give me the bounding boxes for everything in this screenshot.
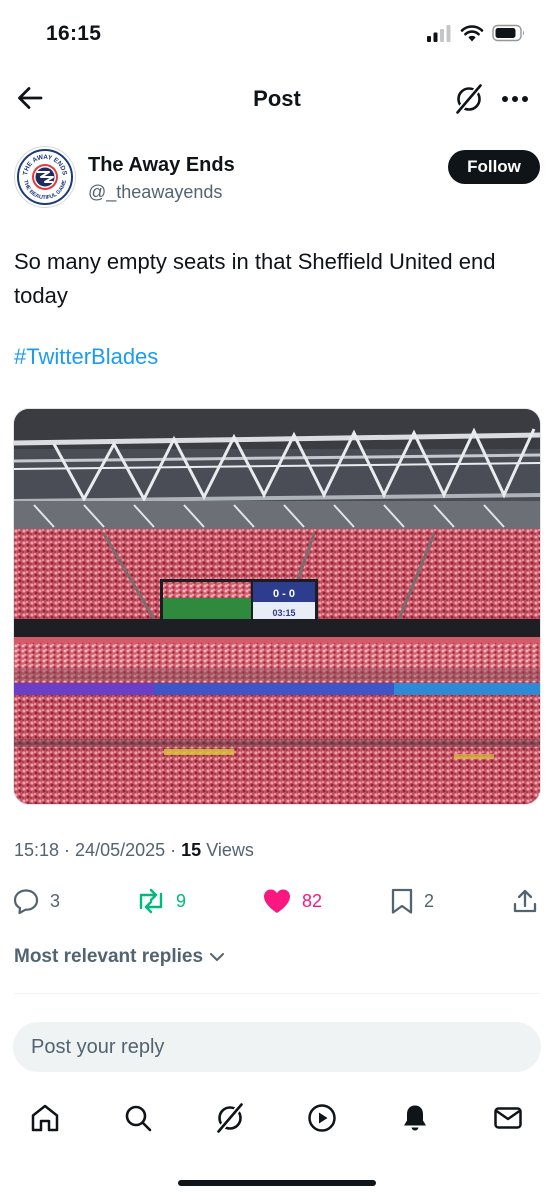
chevron-down-icon [210,953,225,961]
post-meta: 15:18 · 24/05/2025 · 15 Views [14,840,254,861]
bookmark-count: 2 [424,890,435,911]
tab-search[interactable] [120,1100,156,1136]
meta-separator: · [165,840,182,860]
home-indicator [178,1180,376,1186]
tab-grok[interactable] [212,1100,248,1136]
repost-count: 9 [176,890,187,911]
follow-button[interactable]: Follow [448,150,540,184]
search-icon [125,1105,152,1132]
views-count: 15 [181,840,202,860]
action-bar: 3 9 82 2 [0,884,554,920]
grok-button[interactable] [452,82,486,116]
author-name[interactable]: The Away Ends [88,154,235,177]
status-time: 16:15 [46,22,102,45]
tab-notifications[interactable] [397,1100,433,1136]
author-row: THE AWAY ENDS THE BEAUTIFUL GAME The Awa… [14,146,540,210]
meta-separator: · [59,840,76,860]
bookmark-button[interactable]: 2 [390,884,434,918]
post-image[interactable]: 0 - 0 03:15 [13,408,541,805]
cellular-signal-icon [427,25,451,42]
scoreboard-score: 0 - 0 [273,588,295,600]
tab-messages[interactable] [490,1100,526,1136]
divider [14,993,540,994]
home-icon [31,1104,59,1132]
battery-icon [492,24,524,42]
status-bar: 16:15 [0,0,554,70]
post-time: 15:18 [14,840,60,860]
notifications-icon [404,1105,426,1131]
author-handle[interactable]: @_theawayends [88,182,222,203]
grok-icon [215,1101,245,1135]
messages-icon [494,1107,522,1129]
bottom-tab-bar [0,1094,554,1142]
replies-sort-label: Most relevant replies [14,946,204,967]
post-header: Post [0,72,554,126]
reply-input[interactable] [13,1022,541,1072]
grok-icon [454,82,484,116]
bookmark-icon [391,888,413,914]
replies-sort-dropdown[interactable]: Most relevant replies [14,946,227,968]
status-icons [426,24,526,42]
stadium-photo: 0 - 0 03:15 [14,409,540,804]
share-button[interactable] [511,884,539,918]
post-date: 24/05/2025 [75,840,166,860]
more-dots-icon [502,96,528,102]
the-away-ends-logo: THE AWAY ENDS THE BEAUTIFUL GAME [16,148,74,206]
more-options-button[interactable] [498,82,532,116]
scoreboard-clock: 03:15 [272,608,295,618]
like-button[interactable]: 82 [262,884,322,918]
repost-icon [139,888,163,914]
tab-video[interactable] [304,1100,340,1136]
tab-home[interactable] [27,1100,63,1136]
share-icon [513,889,537,913]
wifi-icon [460,25,484,42]
reply-icon [13,889,39,915]
reply-count: 3 [50,890,61,911]
video-icon [308,1104,336,1132]
reply-button[interactable]: 3 [12,884,60,918]
post-text: So many empty seats in that Sheffield Un… [14,249,496,308]
views-label[interactable]: Views [206,840,254,860]
repost-button[interactable]: 9 [136,884,186,918]
avatar[interactable]: THE AWAY ENDS THE BEAUTIFUL GAME [14,146,76,208]
hashtag-link[interactable]: #TwitterBlades [14,344,158,370]
heart-filled-icon [264,889,290,913]
like-count: 82 [302,890,323,911]
